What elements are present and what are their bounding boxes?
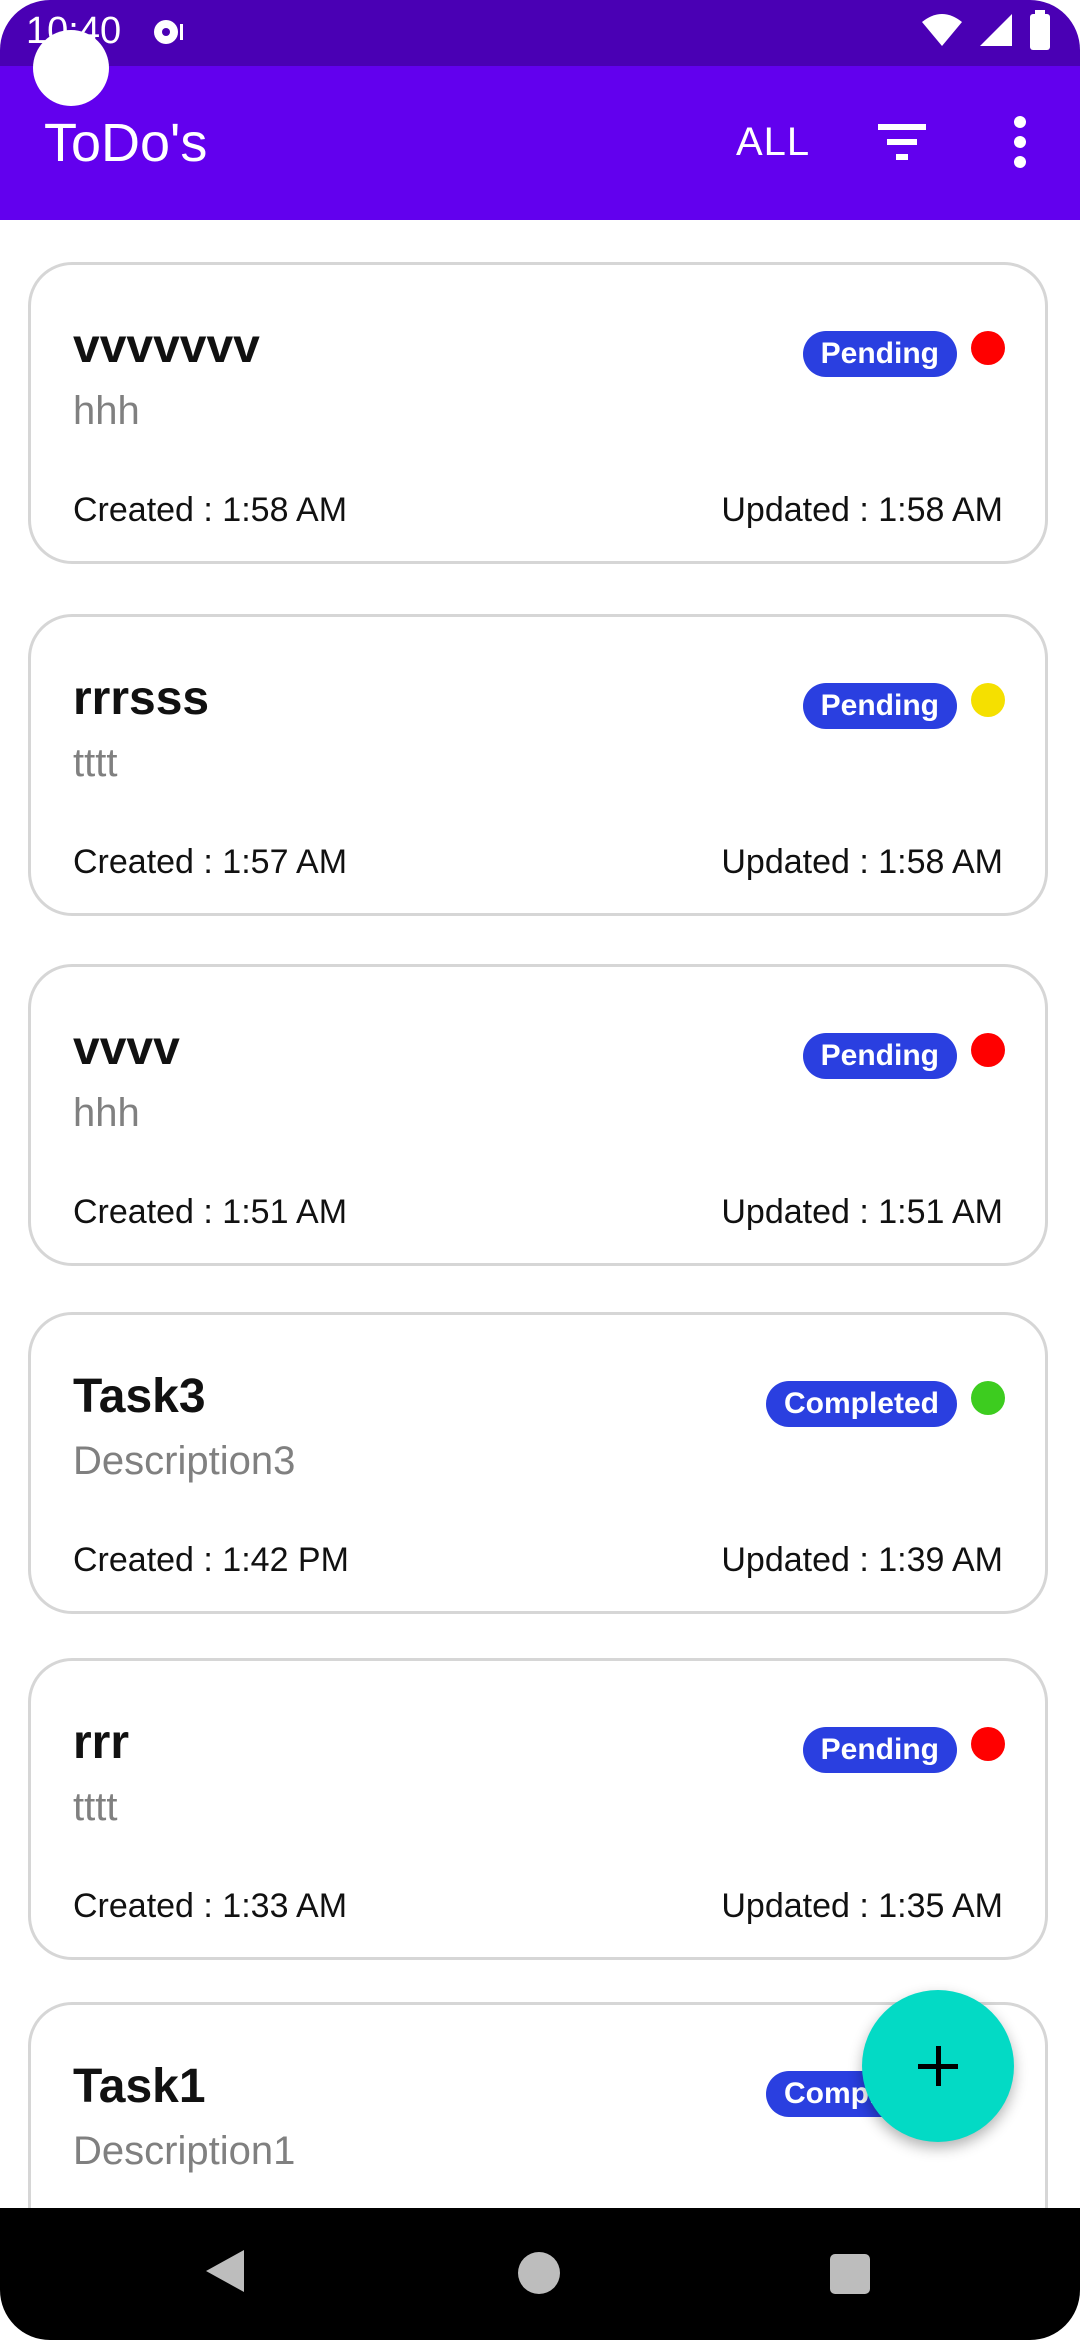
status-chip: Pending [802,683,957,729]
todo-description: hhh [73,389,140,433]
todo-description: tttt [73,741,118,785]
wifi-icon [922,14,962,46]
todo-title: vvvvvvv [73,320,260,373]
todo-card[interactable]: vvvv hhh Pending Created : 1:51 AM Updat… [28,964,1048,1266]
todo-title: Task1 [73,2060,206,2113]
updated-time: Updated : 1:35 AM [721,1887,1003,1925]
created-time: Created : 1:58 AM [73,491,348,529]
filter-all-button[interactable]: ALL [736,120,810,165]
todo-card[interactable]: vvvvvvv hhh Pending Created : 1:58 AM Up… [28,262,1048,564]
todo-description: Description3 [73,1439,296,1483]
signal-icon [980,14,1012,46]
created-time: Created : 1:42 PM [73,1541,349,1579]
priority-dot [971,1033,1005,1067]
todo-card[interactable]: rrrsss tttt Pending Created : 1:57 AM Up… [28,614,1048,916]
plus-icon [918,2046,958,2086]
status-chip: Pending [802,1727,957,1773]
status-icons [920,10,1052,50]
more-vert-icon[interactable] [1000,110,1040,174]
created-time: Created : 1:51 AM [73,1193,348,1231]
status-chip: Completed [765,1381,957,1427]
todo-card[interactable]: Task3 Description3 Completed Created : 1… [28,1312,1048,1614]
updated-time: Updated : 1:39 AM [721,1541,1003,1579]
filter-icon[interactable] [870,112,934,172]
updated-time: Updated : 1:58 AM [721,843,1003,881]
priority-dot [971,683,1005,717]
todo-list[interactable]: vvvvvvv hhh Pending Created : 1:58 AM Up… [0,220,1080,2208]
add-todo-button[interactable] [862,1990,1014,2142]
app-title: ToDo's [44,113,208,173]
updated-time: Updated : 1:58 AM [721,491,1003,529]
priority-dot [971,331,1005,365]
back-icon[interactable] [200,2246,248,2296]
updated-time: Updated : 1:51 AM [721,1193,1003,1231]
status-chip: Pending [802,1033,957,1079]
home-icon[interactable] [518,2252,560,2294]
recents-icon[interactable] [830,2254,870,2294]
status-bar: 10:40 [0,0,1080,66]
priority-dot [971,1727,1005,1761]
camera-cutout [33,30,109,106]
app-bar: ToDo's ALL [0,66,1080,220]
todo-title: vvvv [73,1022,180,1075]
todo-description: Description1 [73,2129,296,2173]
media-icon [150,14,186,59]
created-time: Created : 1:57 AM [73,843,348,881]
todo-description: hhh [73,1091,140,1135]
todo-title: rrr [73,1716,130,1769]
todo-title: Task3 [73,1370,206,1423]
todo-description: tttt [73,1785,118,1829]
battery-icon [1030,10,1050,50]
created-time: Created : 1:33 AM [73,1887,348,1925]
priority-dot [971,1381,1005,1415]
todo-card[interactable]: rrr tttt Pending Created : 1:33 AM Updat… [28,1658,1048,1960]
status-chip: Pending [802,331,957,377]
navigation-bar [0,2208,1080,2340]
todo-title: rrrsss [73,672,210,725]
